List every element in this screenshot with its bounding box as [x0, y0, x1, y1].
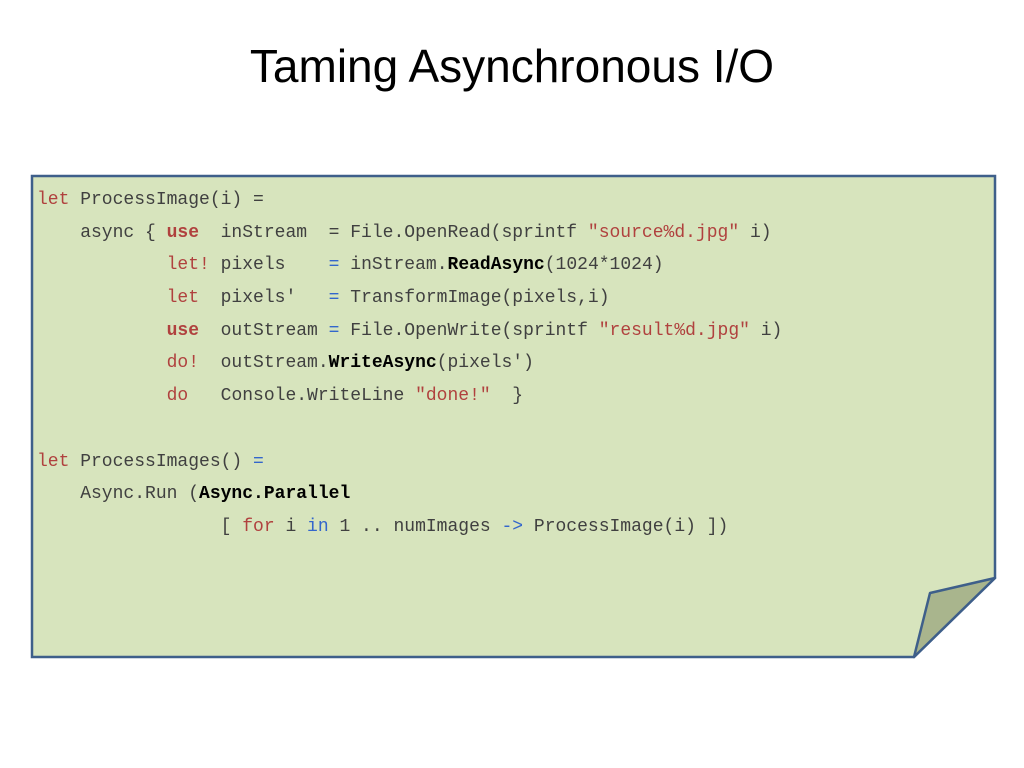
code-token: 1 .. numImages	[328, 516, 502, 537]
code-token: File.OpenWrite(sprintf	[339, 320, 599, 341]
code-token: do!	[166, 353, 200, 374]
code-token: =	[328, 255, 340, 276]
code-line: let! pixels = inStream.ReadAsync(1024*10…	[37, 249, 782, 282]
code-line: let pixels' = TransformImage(pixels,i)	[37, 282, 782, 315]
code-token: "source%d.jpg"	[587, 222, 740, 243]
code-token: Console.WriteLine	[188, 386, 416, 407]
code-token: i)	[749, 320, 783, 341]
code-line: [ for i in 1 .. numImages -> ProcessImag…	[37, 511, 782, 544]
code-token: for	[242, 516, 275, 537]
code-line: do Console.WriteLine "done!" }	[37, 380, 782, 413]
code-token: "done!"	[415, 386, 491, 407]
code-token: =	[328, 320, 340, 341]
code-token: (1024*1024)	[544, 255, 664, 276]
code-token: =	[253, 451, 264, 472]
code-token: ->	[501, 516, 524, 537]
code-block: let ProcessImage(i) = async { use inStre…	[37, 184, 782, 544]
code-token: in	[307, 516, 329, 537]
code-token: do	[166, 386, 189, 407]
code-token: pixels'	[199, 288, 329, 309]
code-line: do! outStream.WriteAsync(pixels')	[37, 347, 782, 380]
code-token: ProcessImage(i) ])	[523, 516, 729, 537]
code-token: outStream	[199, 320, 329, 341]
code-token: inStream = File.OpenRead(sprintf	[199, 222, 588, 243]
code-token: Async.Parallel	[199, 484, 351, 505]
code-token: async {	[37, 222, 167, 243]
code-line: use outStream = File.OpenWrite(sprintf "…	[37, 315, 783, 348]
code-token: use	[166, 320, 200, 341]
code-token: ProcessImages()	[69, 451, 254, 472]
code-token: i)	[739, 222, 772, 243]
code-token: let	[166, 288, 200, 309]
code-line: let ProcessImage(i) =	[37, 184, 782, 217]
code-token: let!	[166, 255, 210, 276]
code-token: =	[328, 288, 340, 309]
code-token: (pixels')	[436, 353, 534, 374]
code-token: ProcessImage(i) =	[69, 190, 264, 210]
code-token: use	[166, 222, 200, 243]
code-token: [	[37, 516, 243, 537]
code-token: i	[274, 516, 308, 537]
code-token: "result%d.jpg"	[598, 320, 750, 341]
code-token: Async.Run (	[37, 484, 200, 505]
code-token: let	[37, 451, 70, 472]
code-token: pixels	[209, 255, 329, 276]
code-token: TransformImage(pixels,i)	[339, 288, 610, 309]
code-token: }	[490, 386, 524, 407]
code-token: let	[37, 190, 70, 210]
code-token: outStream.	[199, 353, 329, 374]
code-token: inStream.	[339, 255, 448, 276]
code-line: let ProcessImages() =	[37, 446, 782, 479]
code-line: Async.Run (Async.Parallel	[37, 478, 782, 511]
code-token: WriteAsync	[328, 353, 437, 374]
code-line: async { use inStream = File.OpenRead(spr…	[37, 217, 782, 250]
code-token: ReadAsync	[447, 255, 545, 276]
